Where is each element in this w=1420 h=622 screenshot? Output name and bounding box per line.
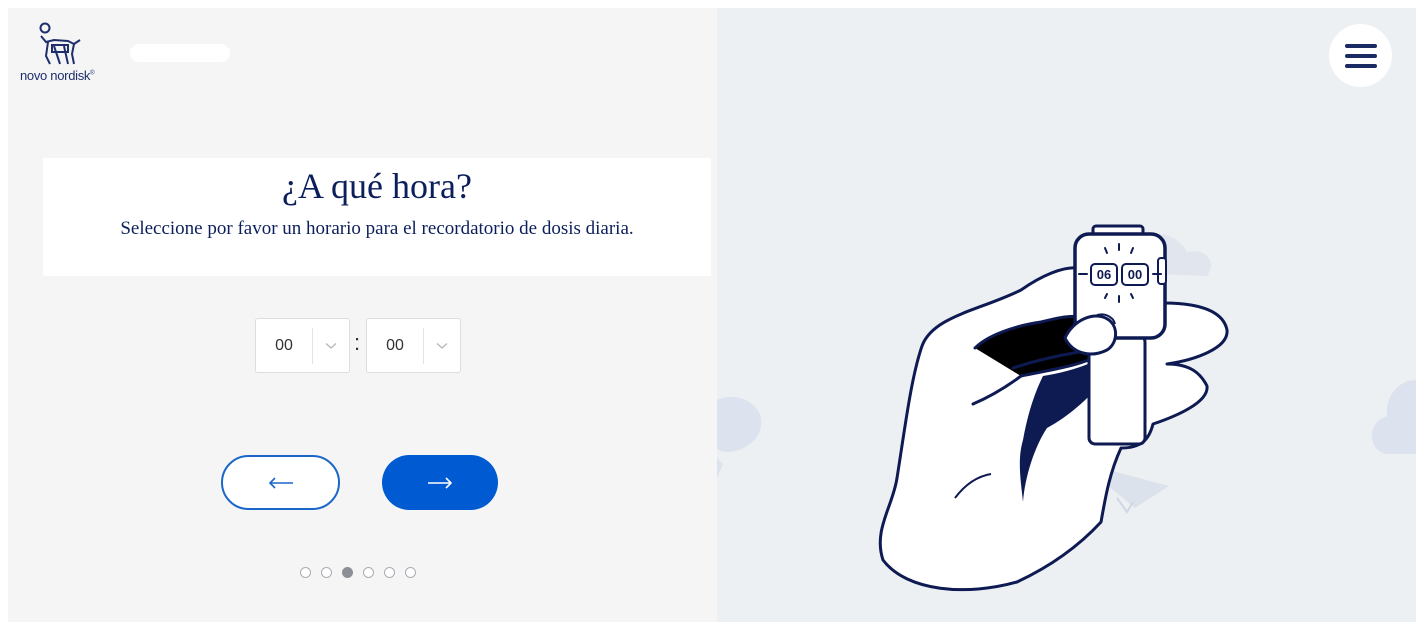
hand-holding-device-illustration: 06 00 [717, 224, 1416, 592]
content-panel: novo nordisk® ¿A qué hora? Seleccione po… [8, 8, 717, 622]
arrow-right-icon [428, 476, 453, 489]
pagination-dot[interactable] [342, 567, 353, 578]
novo-nordisk-logo[interactable]: novo nordisk® [18, 22, 108, 88]
pagination-dot[interactable] [384, 567, 395, 578]
next-button[interactable] [382, 455, 498, 510]
back-button[interactable] [221, 455, 340, 510]
page-title: ¿A qué hora? [282, 166, 472, 206]
page-subtitle: Seleccione por favor un horario para el … [120, 218, 634, 239]
minute-value: 00 [386, 336, 404, 354]
apis-bull-icon [39, 22, 81, 65]
pagination-dots [300, 567, 416, 578]
hamburger-menu-icon [1344, 43, 1377, 48]
hamburger-line [1344, 63, 1377, 68]
illustration-panel: 06 00 [717, 8, 1416, 622]
pagination-dot[interactable] [363, 567, 374, 578]
pagination-dot[interactable] [321, 567, 332, 578]
pagination-dot[interactable] [405, 567, 416, 578]
device-minute-digits: 00 [1128, 267, 1142, 282]
hour-select[interactable]: 00 [255, 318, 350, 373]
redacted-area [130, 44, 230, 62]
chevron-down-icon [313, 342, 349, 350]
arrow-left-icon [268, 476, 293, 489]
device-hour-digits: 06 [1097, 267, 1111, 282]
time-separator: : [354, 330, 361, 355]
logo-wordmark: novo nordisk® [20, 68, 95, 83]
hamburger-line [1344, 53, 1377, 58]
heading-card: ¿A qué hora? Seleccione por favor un hor… [43, 158, 711, 276]
app-frame: novo nordisk® ¿A qué hora? Seleccione po… [8, 8, 1416, 622]
minute-select[interactable]: 00 [366, 318, 461, 373]
menu-button[interactable] [1329, 24, 1392, 87]
pagination-dot[interactable] [300, 567, 311, 578]
hour-value: 00 [275, 336, 293, 354]
chevron-down-icon [424, 342, 460, 350]
